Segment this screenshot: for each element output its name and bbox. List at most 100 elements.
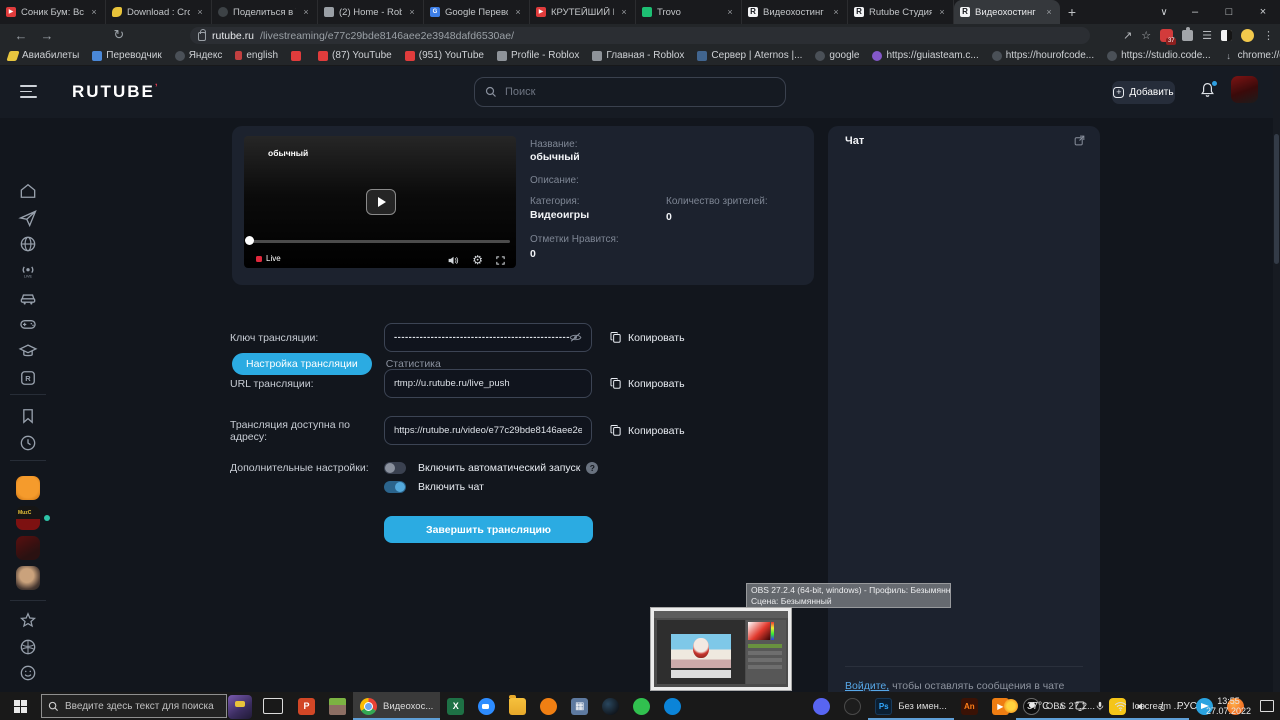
share-icon[interactable]: ↗ <box>1123 29 1132 42</box>
browser-tab[interactable]: R Rutube Студия × <box>848 0 954 24</box>
device-icon[interactable] <box>1074 700 1086 712</box>
stream-key-value[interactable] <box>394 332 569 343</box>
volume-icon[interactable] <box>1136 701 1148 712</box>
bookmark-star-icon[interactable]: ☆ <box>1141 29 1151 42</box>
sidebar-channel-avatar[interactable] <box>16 476 40 500</box>
playlist-extension-icon[interactable]: ☰ <box>1202 29 1212 42</box>
page-scrollbar[interactable] <box>1273 66 1280 692</box>
bookmark-item[interactable]: https://guiasteam.c... <box>872 50 979 61</box>
taskbar-app-button[interactable] <box>471 692 502 720</box>
copy-stream-url-button[interactable]: Копировать <box>610 377 685 390</box>
sidebar-item-education[interactable] <box>18 341 38 361</box>
stream-key-input[interactable] <box>384 323 592 352</box>
tab-close-icon[interactable]: × <box>937 7 947 17</box>
help-icon[interactable]: ? <box>586 462 599 474</box>
action-center-icon[interactable] <box>1260 700 1274 712</box>
task-view-button[interactable] <box>263 698 283 714</box>
browser-tab[interactable]: ▶ Соник Бум: Все гр × <box>0 0 106 24</box>
bookmark-item[interactable]: Главная - Roblox <box>592 50 684 61</box>
microphone-icon[interactable] <box>1095 700 1105 712</box>
forward-button[interactable]: → <box>34 28 60 43</box>
weather-sun-icon[interactable] <box>1003 699 1018 713</box>
bookmark-item[interactable]: english <box>235 50 278 61</box>
play-button[interactable] <box>366 189 396 215</box>
sidebar-channel-avatar[interactable] <box>16 536 40 560</box>
sidebar-item-history[interactable] <box>18 433 38 453</box>
progress-bar[interactable] <box>248 240 510 243</box>
taskbar-app-button[interactable] <box>595 692 626 720</box>
stream-address-input[interactable] <box>384 416 592 445</box>
weather-temp[interactable]: 37°C <box>1027 701 1049 712</box>
browser-tab[interactable]: Trovo × <box>636 0 742 24</box>
audio-jack-icon[interactable] <box>1157 700 1168 712</box>
bookmark-item[interactable]: https://hourofcode... <box>991 50 1094 61</box>
chat-toggle[interactable] <box>384 481 406 493</box>
tab-close-icon[interactable]: × <box>619 7 629 17</box>
bookmark-item[interactable]: Яндекс <box>174 50 222 61</box>
tab-close-icon[interactable]: × <box>89 7 99 17</box>
tab-close-icon[interactable]: × <box>831 7 841 17</box>
stream-address-value[interactable] <box>394 425 582 436</box>
browser-tab[interactable]: R Видеохостинг Rut × <box>954 0 1060 24</box>
settings-gear-icon[interactable]: ⚙ <box>472 254 483 266</box>
taskbar-search-input[interactable] <box>65 700 220 712</box>
taskbar-app-button[interactable] <box>806 692 837 720</box>
volume-icon[interactable] <box>447 255 460 266</box>
sidebar-item-favorites[interactable] <box>18 610 38 630</box>
taskbar-app-button[interactable]: An <box>954 692 985 720</box>
browser-tab[interactable]: (2) Home - Roblox × <box>318 0 424 24</box>
notifications-bell-icon[interactable] <box>1199 80 1218 104</box>
taskbar-window-preview[interactable] <box>650 607 792 691</box>
end-stream-button[interactable]: Завершить трансляцию <box>384 516 593 543</box>
taskbar-app-button[interactable]: P <box>291 692 322 720</box>
tab-close-icon[interactable]: × <box>513 7 523 17</box>
back-button[interactable]: ← <box>8 28 34 43</box>
sidebar-item-auto[interactable] <box>18 288 38 308</box>
browser-tab[interactable]: R Видеохостинг Ru × <box>742 0 848 24</box>
taskbar-app-button[interactable] <box>837 692 868 720</box>
ssl-lock-icon[interactable] <box>198 29 206 41</box>
sidebar-channel-avatar[interactable] <box>16 506 40 530</box>
stream-url-input[interactable] <box>384 369 592 398</box>
tray-expand-chevron-icon[interactable]: ∧ <box>1058 701 1065 712</box>
bookmark-item[interactable]: Авиабилеты <box>6 50 79 61</box>
sidebar-channel-avatar[interactable] <box>16 566 40 590</box>
reader-extension-icon[interactable] <box>1221 29 1232 41</box>
tab-close-icon[interactable]: × <box>195 7 205 17</box>
taskbar-app-button[interactable]: Ps Без имен... <box>868 692 954 720</box>
taskbar-search[interactable] <box>41 694 252 719</box>
window-maximize-button[interactable]: □ <box>1212 0 1246 24</box>
start-button[interactable] <box>0 692 40 720</box>
bookmark-item[interactable]: Profile - Roblox <box>496 50 579 61</box>
taskbar-app-button[interactable] <box>657 692 688 720</box>
hamburger-menu-icon[interactable] <box>20 85 37 98</box>
bookmark-item[interactable] <box>291 50 305 61</box>
taskbar-app-button[interactable]: X <box>440 692 471 720</box>
sidebar-item-games[interactable] <box>18 314 38 334</box>
bookmark-item[interactable]: (951) YouTube <box>404 50 484 61</box>
tab-search-chevron-icon[interactable]: ∨ <box>1150 0 1178 24</box>
site-search[interactable] <box>474 77 786 107</box>
tab-close-icon[interactable]: × <box>1044 7 1054 17</box>
progress-knob[interactable] <box>245 236 254 245</box>
taskbar-clock[interactable]: 13:55 27.07.2022 <box>1206 696 1251 716</box>
browser-tab[interactable]: Download : Crosse × <box>106 0 212 24</box>
sidebar-item-trending[interactable] <box>18 208 38 228</box>
window-close-button[interactable]: × <box>1246 0 1280 24</box>
sidebar-item-home[interactable] <box>18 181 38 201</box>
browser-tab[interactable]: G Google Перевод × <box>424 0 530 24</box>
login-link[interactable]: Войдите, <box>845 680 889 692</box>
rutube-logo[interactable]: RUTUBEʼ <box>72 82 160 102</box>
taskbar-app-button[interactable] <box>533 692 564 720</box>
eye-off-icon[interactable] <box>569 332 582 343</box>
search-input[interactable] <box>505 86 775 98</box>
language-indicator[interactable]: РУС <box>1177 701 1197 712</box>
new-tab-button[interactable]: + <box>1060 0 1084 24</box>
extensions-puzzle-icon[interactable] <box>1182 26 1194 41</box>
bookmark-item[interactable]: Переводчик <box>92 50 162 61</box>
browser-tab[interactable]: ▶ КРУТЕЙШИЙ МО × <box>530 0 636 24</box>
reload-button[interactable]: ↻ <box>106 27 132 43</box>
copy-stream-address-button[interactable]: Копировать <box>610 424 685 437</box>
profile-avatar[interactable] <box>1241 28 1254 42</box>
bookmark-item[interactable]: Сервер | Aternos |... <box>697 50 802 61</box>
